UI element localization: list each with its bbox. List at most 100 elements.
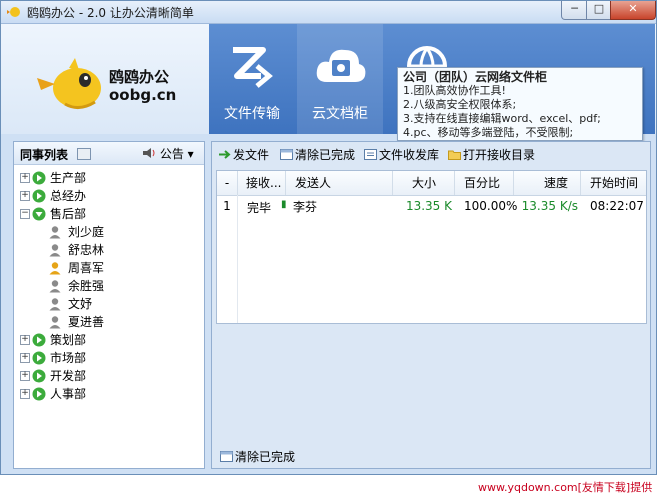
- user-offline-icon: [49, 316, 61, 329]
- col-receive[interactable]: 接收...: [238, 171, 286, 195]
- user-offline-icon: [49, 244, 61, 257]
- col-start-time[interactable]: 开始时间: [582, 171, 646, 195]
- tab-cloud-docs[interactable]: 云文档柜: [297, 24, 383, 134]
- notice-button[interactable]: 公告 ▾: [142, 145, 194, 162]
- expand-icon[interactable]: +: [20, 371, 30, 381]
- row-sender: 李芬: [293, 200, 318, 214]
- col-speed[interactable]: 速度: [515, 171, 581, 195]
- folder-icon: [448, 150, 461, 160]
- group-icon: [32, 369, 46, 383]
- progress-marker-icon: ▮: [281, 199, 287, 210]
- clear-done-label: 清除已完成: [295, 148, 356, 162]
- group-node[interactable]: + 开发部: [14, 367, 204, 385]
- tooltip-line: 1.团队高效协作工具!: [403, 84, 506, 97]
- member-node[interactable]: 刘少庭: [14, 223, 204, 241]
- group-node[interactable]: + 总经办: [14, 187, 204, 205]
- tooltip-line: 2.八级高安全权限体系;: [403, 98, 517, 111]
- row-index: 1: [223, 199, 231, 213]
- open-dir-button[interactable]: 打开接收目录: [448, 147, 535, 163]
- app-logo-icon: [7, 7, 20, 17]
- user-offline-icon: [49, 298, 61, 311]
- group-label: 售后部: [50, 207, 87, 221]
- bird-logo-icon: [37, 58, 101, 109]
- list-view-icon[interactable]: [77, 148, 91, 160]
- open-dir-label: 打开接收目录: [463, 148, 536, 162]
- table-row[interactable]: 1 完毕 ▮ 李芬 13.35 K 100.00% 13.35 K/s 08:2…: [217, 196, 646, 216]
- col-size[interactable]: 大小: [394, 171, 455, 195]
- group-node[interactable]: + 人事部: [14, 385, 204, 403]
- collapse-icon[interactable]: −: [20, 209, 30, 219]
- chevron-down-icon: ▾: [187, 147, 194, 161]
- brand-name: 鸥鸥办公: [109, 68, 170, 86]
- window-title: 鸥鸥办公 - 2.0 让办公清晰简单: [27, 6, 194, 20]
- member-node[interactable]: 余胜强: [14, 277, 204, 295]
- transfer-panel: 发文件 清除已完成 文件收发库 打开接收目录 - 接收... 发送人 大小 百分…: [211, 141, 651, 469]
- group-icon: [32, 189, 46, 203]
- bottom-clear-done[interactable]: 清除已完成: [216, 448, 645, 466]
- expand-icon[interactable]: +: [20, 191, 30, 201]
- contacts-header: 同事列表 公告 ▾: [14, 142, 204, 165]
- group-node[interactable]: − 售后部: [14, 205, 204, 223]
- group-icon: [32, 333, 46, 347]
- cloud-safe-icon: [316, 49, 366, 82]
- table-header: - 接收... 发送人 大小 百分比 速度 开始时间: [217, 171, 646, 196]
- user-offline-icon: [49, 280, 61, 293]
- group-node[interactable]: + 策划部: [14, 331, 204, 349]
- row-size: 13.35 K: [405, 199, 452, 213]
- maximize-button[interactable]: □: [586, 1, 612, 20]
- expand-icon[interactable]: +: [20, 173, 30, 183]
- tab-file-transfer-label: 文件传输: [224, 106, 280, 122]
- member-node[interactable]: 周喜军: [14, 259, 204, 277]
- notice-label: 公告: [159, 147, 184, 161]
- member-label: 舒忠林: [68, 243, 105, 257]
- member-label: 余胜强: [68, 279, 105, 293]
- contacts-tree: + 生产部 + 总经办 − 售后部 刘少庭 舒忠林 周喜军 余胜强 文妤 夏进善…: [14, 165, 204, 403]
- member-node[interactable]: 夏进善: [14, 313, 204, 331]
- tab-cloud-docs-label: 云文档柜: [312, 106, 368, 122]
- tooltip-line: 4.pc、移动等多端登陆，不受限制;: [403, 126, 574, 139]
- group-icon: [32, 207, 46, 221]
- expand-icon[interactable]: +: [20, 335, 30, 345]
- send-file-button[interactable]: 发文件: [218, 147, 269, 163]
- user-offline-icon: [49, 226, 61, 239]
- minimize-button[interactable]: ─: [561, 1, 588, 20]
- col-percent[interactable]: 百分比: [456, 171, 514, 195]
- brand-url: oobg.cn: [109, 86, 177, 104]
- title-bar[interactable]: 鸥鸥办公 - 2.0 让办公清晰简单 ─ □ ✕: [1, 1, 656, 24]
- group-label: 生产部: [50, 171, 87, 185]
- member-node[interactable]: 舒忠林: [14, 241, 204, 259]
- clear-done-button[interactable]: 清除已完成: [280, 147, 355, 163]
- member-label: 刘少庭: [68, 225, 105, 239]
- clear-list-icon: [220, 451, 233, 462]
- speaker-icon: [143, 148, 155, 158]
- tab-file-transfer[interactable]: 文件传输: [209, 24, 295, 134]
- group-icon: [32, 351, 46, 365]
- file-inbox-label: 文件收发库: [379, 148, 440, 162]
- group-node[interactable]: + 市场部: [14, 349, 204, 367]
- member-label: 周喜军: [68, 261, 105, 275]
- download-credit: www.yqdown.com[友情下载]提供: [478, 481, 653, 494]
- cloud-tooltip: 公司（团队）云网络文件柜 1.团队高效协作工具! 2.八级高安全权限体系; 3.…: [397, 67, 643, 141]
- group-label: 总经办: [50, 189, 87, 203]
- expand-icon[interactable]: +: [20, 353, 30, 363]
- file-inbox-button[interactable]: 文件收发库: [364, 147, 439, 163]
- group-icon: [32, 171, 46, 185]
- arrow-right-icon: [219, 150, 231, 159]
- file-transfer-icon: [233, 47, 273, 88]
- transfer-table: - 接收... 发送人 大小 百分比 速度 开始时间 1 完毕 ▮ 李芬 13.…: [216, 170, 647, 324]
- group-icon: [32, 387, 46, 401]
- member-node[interactable]: 文妤: [14, 295, 204, 313]
- col-sender[interactable]: 发送人: [287, 171, 393, 195]
- file-library-icon: [364, 149, 377, 160]
- send-file-label: 发文件: [233, 148, 270, 162]
- member-label: 文妤: [68, 297, 93, 311]
- contacts-panel: 同事列表 公告 ▾ + 生产部 + 总经办 − 售后部 刘少庭 舒忠林 周喜军 …: [13, 141, 205, 469]
- app-window: 鸥鸥办公 - 2.0 让办公清晰简单 ─ □ ✕ 鸥鸥办公 oobg.cn 文件…: [0, 0, 657, 475]
- tooltip-title: 公司（团队）云网络文件柜: [403, 70, 548, 84]
- clear-list-icon: [280, 149, 293, 160]
- group-label: 策划部: [50, 333, 87, 347]
- close-button[interactable]: ✕: [610, 1, 656, 20]
- col-index[interactable]: -: [217, 171, 238, 195]
- group-node[interactable]: + 生产部: [14, 169, 204, 187]
- expand-icon[interactable]: +: [20, 389, 30, 399]
